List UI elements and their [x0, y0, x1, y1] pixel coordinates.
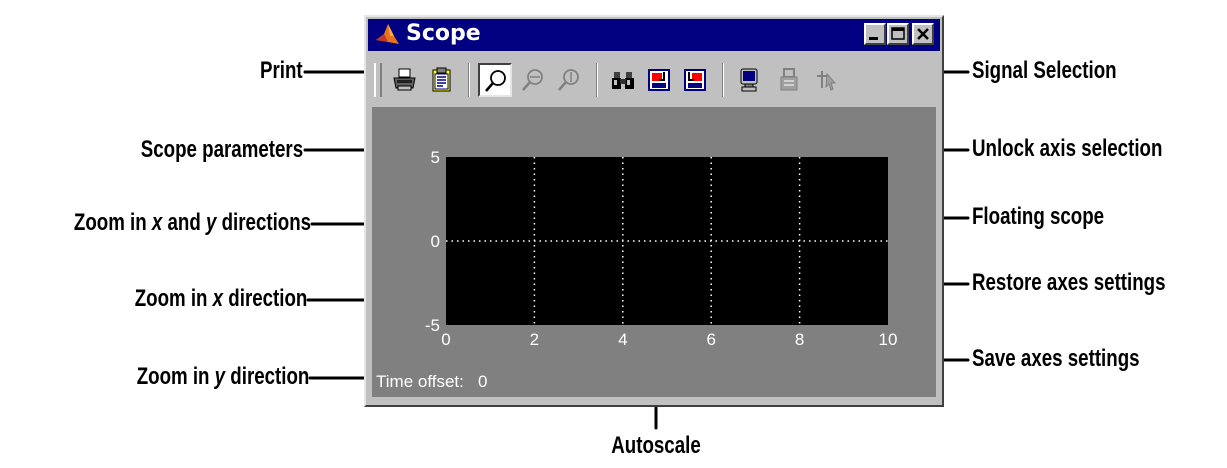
save-axes-button[interactable] [642, 63, 676, 97]
scope-axes[interactable]: 0 2 4 6 8 1050-5 [372, 107, 936, 397]
minimize-icon [869, 37, 878, 40]
zoom-xy-text-2: and [162, 209, 206, 236]
callout-scope-parameters: Scope parameters [140, 136, 303, 163]
maximize-icon [891, 27, 905, 40]
restore-axes-button[interactable] [678, 63, 712, 97]
binoculars-icon [612, 72, 634, 89]
time-offset-value: 0 [478, 372, 488, 391]
y-tick-label: -5 [425, 316, 440, 335]
toolbar [368, 57, 940, 103]
toolbar-grip[interactable] [374, 63, 382, 97]
callout-zoom-xy: Zoom in x and y directions [74, 211, 311, 235]
plot-area: 0 2 4 6 8 10 5 0 -5 Time offset: 0 [372, 107, 936, 397]
callout-restore-axes: Restore axes settings [972, 269, 1166, 296]
x-tick-label: 6 [706, 330, 715, 349]
callout-unlock-axis: Unlock axis selection [972, 135, 1163, 162]
title-bar[interactable]: Scope [368, 19, 940, 51]
callout-save-axes: Save axes settings [972, 345, 1140, 372]
toolbar-separator [468, 63, 470, 97]
magnifier-x-icon [522, 69, 543, 91]
time-offset: Time offset: 0 [376, 372, 488, 392]
zoom-y-text-1: Zoom in [136, 363, 215, 390]
zoom-y-text-2: direction [224, 363, 309, 390]
zoom-x-text-1: Zoom in [134, 285, 213, 312]
zoom-x-button[interactable] [516, 63, 550, 97]
y-tick-label: 0 [431, 232, 440, 251]
x-tick-label: 0 [441, 330, 450, 349]
time-offset-label: Time offset: [376, 372, 464, 391]
zoom-xy-button[interactable] [478, 63, 512, 97]
clipboard-icon [432, 67, 451, 92]
maximize-button[interactable] [887, 23, 909, 45]
unlock-axis-button[interactable] [772, 63, 806, 97]
signal-selection-icon [817, 71, 837, 91]
x-tick-label: 10 [879, 330, 898, 349]
matlab-logo-icon [376, 24, 399, 44]
magnifier-icon [485, 70, 506, 92]
save-axes-icon [648, 69, 670, 91]
zoom-xy-y: y [205, 209, 217, 236]
callout-signal-selection: Signal Selection [972, 57, 1117, 84]
zoom-x-text-2: direction [222, 285, 307, 312]
y-tick-label: 5 [431, 148, 440, 167]
x-tick-label: 8 [795, 330, 804, 349]
callout-autoscale: Autoscale [611, 432, 701, 459]
magnifier-y-icon [558, 69, 579, 91]
printer-icon [393, 68, 416, 91]
monitor-icon [740, 68, 758, 92]
lock-icon [780, 68, 798, 91]
x-tick-label: 4 [618, 330, 627, 349]
callout-floating-scope: Floating scope [972, 203, 1105, 230]
scope-window: Scope 0 2 4 6 8 10 5 0 -5 Time offset: 0 [364, 15, 944, 407]
minimize-button[interactable] [864, 23, 886, 45]
autoscale-button[interactable] [606, 63, 640, 97]
zoom-xy-text-3: directions [216, 209, 311, 236]
zoom-y-button[interactable] [552, 63, 586, 97]
callout-zoom-x: Zoom in x direction [134, 287, 307, 311]
parameters-button[interactable] [424, 63, 458, 97]
floating-scope-button[interactable] [732, 63, 766, 97]
close-button[interactable] [912, 23, 934, 45]
zoom-x-x: x [212, 285, 223, 312]
close-icon [917, 28, 929, 40]
zoom-xy-x: x [151, 209, 163, 236]
signal-selection-button[interactable] [810, 63, 844, 97]
restore-axes-icon [684, 69, 706, 91]
window-title: Scope [406, 21, 481, 46]
toolbar-separator [596, 63, 598, 97]
zoom-y-y: y [214, 363, 225, 390]
zoom-xy-text-1: Zoom in [73, 209, 152, 236]
x-tick-label: 2 [530, 330, 539, 349]
print-button[interactable] [388, 63, 422, 97]
callout-zoom-y: Zoom in y direction [136, 365, 309, 389]
toolbar-separator [722, 63, 724, 97]
callout-print: Print [260, 57, 303, 84]
